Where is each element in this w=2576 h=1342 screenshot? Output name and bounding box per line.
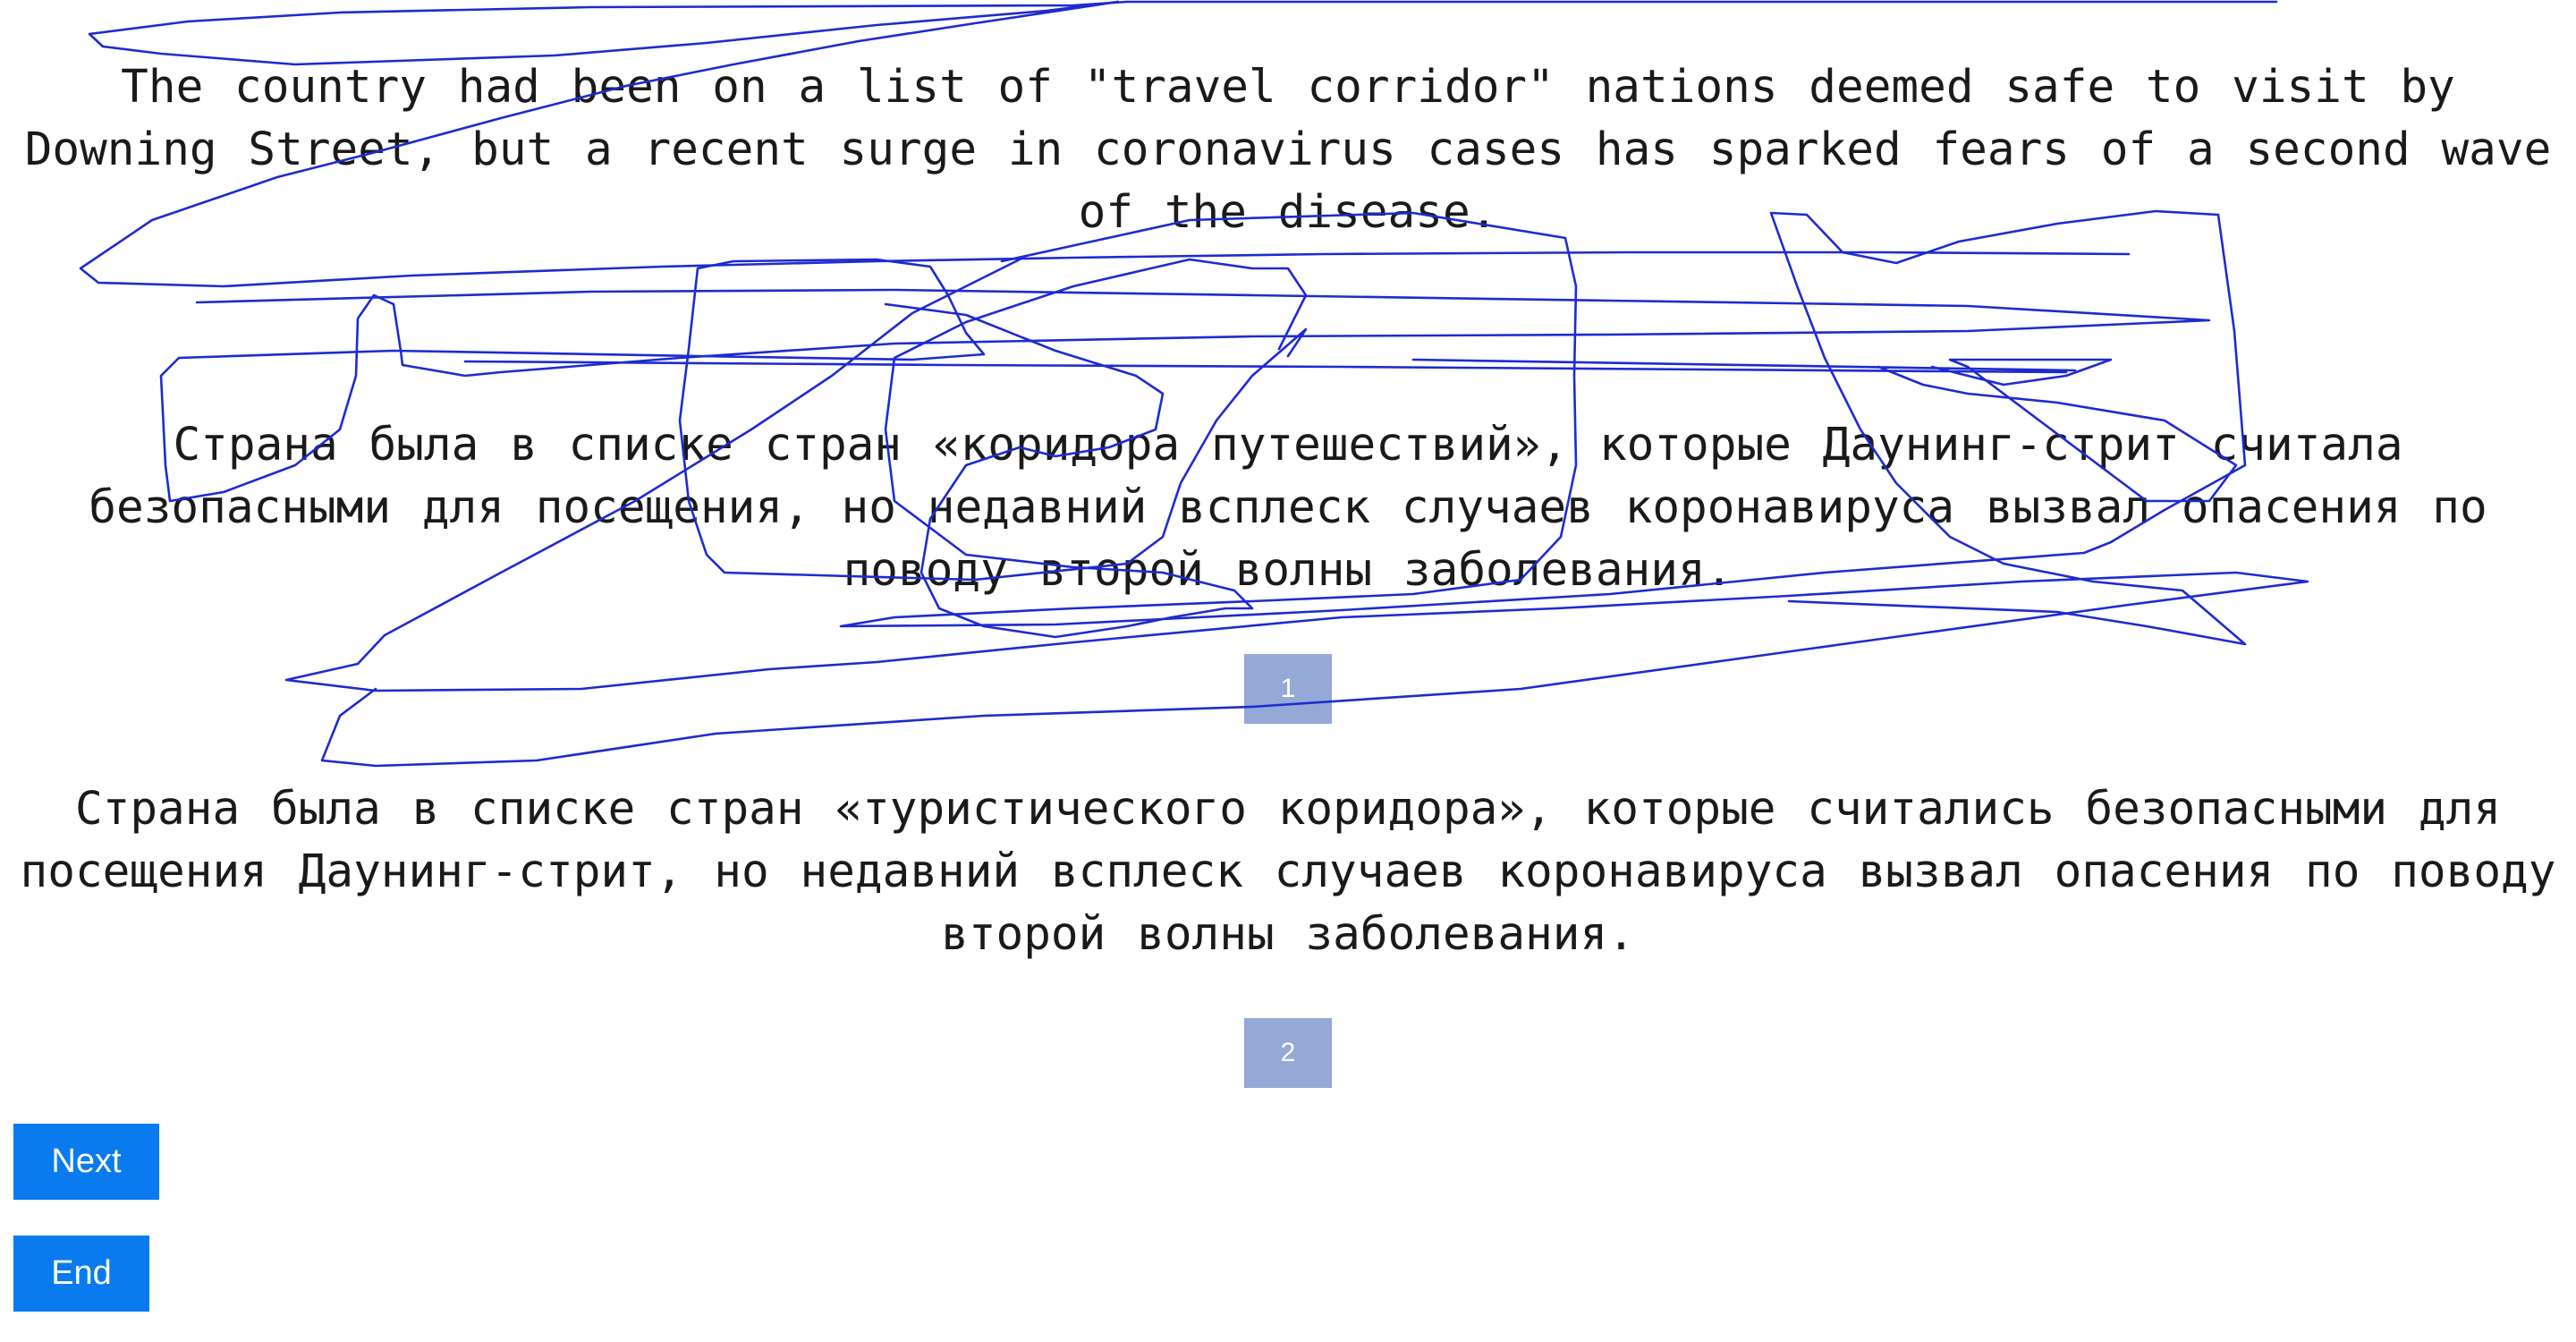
translation-option-2: Страна была в списке стран «туристическо…: [20, 783, 2556, 961]
choice-badge-2[interactable]: 2: [1244, 1018, 1332, 1088]
end-button[interactable]: End: [13, 1236, 149, 1312]
source-sentence: The country had been on a list of "trave…: [24, 61, 2552, 239]
choice-badge-1[interactable]: 1: [1244, 654, 1332, 724]
next-button[interactable]: Next: [13, 1124, 159, 1200]
translation-option-1: Страна была в списке стран «коридора пут…: [89, 419, 2487, 597]
